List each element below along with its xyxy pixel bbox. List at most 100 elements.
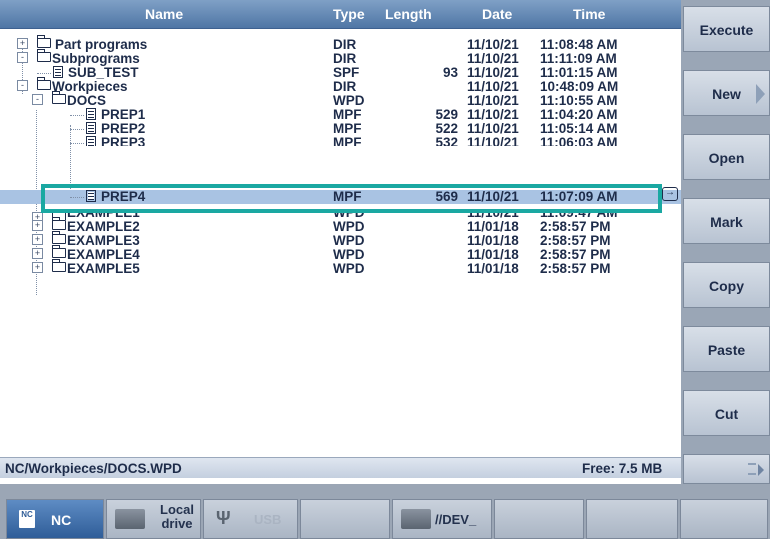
tree-row[interactable]: + EXAMPLE2 WPD 11/01/18 2:58:57 PM <box>0 217 681 234</box>
row-date: 11/10/21 <box>467 51 519 66</box>
expand-icon[interactable]: + <box>32 262 43 273</box>
file-browser: Name Type Length Date Time + Part progra… <box>0 0 681 539</box>
cut-label: Cut <box>714 406 739 422</box>
row-name: EXAMPLE3 <box>67 233 140 248</box>
tree-row[interactable]: SUB_TEST SPF 93 11/10/21 11:01:15 AM <box>0 66 681 80</box>
file-icon <box>86 136 96 146</box>
row-date: 11/10/21 <box>467 93 519 108</box>
column-date[interactable]: Date <box>482 6 512 22</box>
row-date: 11/01/18 <box>467 247 519 262</box>
row-type: DIR <box>333 51 357 66</box>
tree-row[interactable]: + EXAMPLE3 WPD 11/01/18 2:58:57 PM <box>0 231 681 248</box>
usb-icon: Ψ <box>216 508 231 528</box>
row-time: 10:48:09 AM <box>540 79 619 94</box>
mark-button[interactable]: Mark <box>683 198 770 244</box>
row-name: Workpieces <box>52 79 128 94</box>
tab-dev[interactable]: //DEV_ <box>392 499 492 539</box>
tab-empty-1[interactable] <box>300 499 390 539</box>
file-tree: + Part programs DIR 11/10/21 11:08:48 AM… <box>0 30 681 450</box>
execute-button[interactable]: Execute <box>683 6 770 52</box>
file-icon <box>53 66 63 78</box>
tree-row[interactable]: - Subprograms DIR 11/10/21 11:11:09 AM <box>0 49 681 66</box>
expand-icon[interactable]: + <box>32 212 43 220</box>
row-type: WPD <box>333 93 365 108</box>
tab-local-drive-label: Local drive <box>160 502 194 531</box>
tree-row[interactable]: PREP3 MPF 532 11/10/21 11:06:03 AM <box>0 136 681 146</box>
tab-nc-label: NC <box>51 512 72 528</box>
expand-arrow-icon <box>758 464 764 476</box>
file-icon <box>86 108 96 120</box>
row-date: 11/10/21 <box>467 121 519 136</box>
folder-open-icon <box>36 77 51 90</box>
expand-icon[interactable]: + <box>32 220 43 231</box>
copy-button[interactable]: Copy <box>683 262 770 308</box>
row-type: WPD <box>333 233 365 248</box>
row-name: DOCS <box>67 93 107 108</box>
row-time: 11:06:03 AM <box>540 136 618 146</box>
open-button[interactable]: Open <box>683 134 770 180</box>
tree-row[interactable]: - Workpieces DIR 11/10/21 10:48:09 AM <box>0 77 681 94</box>
tab-nc[interactable]: NC NC <box>6 499 104 539</box>
column-length[interactable]: Length <box>385 6 432 22</box>
tree-row[interactable]: + Part programs DIR 11/10/21 11:08:48 AM <box>0 35 681 52</box>
row-length: 93 <box>442 65 458 80</box>
tab-empty-2[interactable] <box>494 499 584 539</box>
tab-usb[interactable]: Ψ USB <box>203 499 298 539</box>
tree-row[interactable]: PREP1 MPF 529 11/10/21 11:04:20 AM <box>0 108 681 122</box>
submenu-arrow-icon <box>756 84 765 104</box>
collapse-icon[interactable]: - <box>17 80 28 91</box>
tab-empty-4[interactable] <box>680 499 768 539</box>
row-time: 2:58:57 PM <box>540 261 611 276</box>
row-type: WPD <box>333 261 365 276</box>
row-date: 11/10/21 <box>467 79 519 94</box>
nc-drive-icon: NC <box>19 510 35 528</box>
collapse-icon[interactable]: - <box>17 52 28 63</box>
more-softkeys-button[interactable] <box>683 454 770 484</box>
expand-icon[interactable]: + <box>17 38 28 49</box>
tree-line <box>70 143 84 144</box>
expand-icon[interactable]: + <box>32 234 43 245</box>
row-type: WPD <box>333 247 365 262</box>
row-date: 11/01/18 <box>467 219 519 234</box>
row-name: SUB_TEST <box>68 65 139 80</box>
bottom-softkey-bar: NC NC Local drive Ψ USB //DEV_ <box>0 484 770 539</box>
folder-open-icon <box>36 49 51 62</box>
row-name: EXAMPLE4 <box>67 247 140 262</box>
tree-row[interactable]: PREP2 MPF 522 11/10/21 11:05:14 AM <box>0 122 681 136</box>
row-time: 2:58:57 PM <box>540 233 611 248</box>
column-time[interactable]: Time <box>573 6 605 22</box>
tree-row[interactable]: + EXAMPLE5 WPD 11/01/18 2:58:57 PM <box>0 259 681 276</box>
tab-empty-3[interactable] <box>586 499 678 539</box>
row-name: PREP2 <box>101 121 146 136</box>
new-button[interactable]: New <box>683 70 770 116</box>
row-type: DIR <box>333 37 357 52</box>
column-type[interactable]: Type <box>333 6 365 22</box>
row-name: Part programs <box>55 37 148 52</box>
mark-label: Mark <box>710 214 743 230</box>
row-date: 11/10/21 <box>467 37 519 52</box>
row-type: MPF <box>333 136 362 146</box>
arrow-right-icon[interactable]: → <box>662 187 678 201</box>
row-time: 11:08:48 AM <box>540 37 618 52</box>
column-name[interactable]: Name <box>145 6 183 22</box>
paste-button[interactable]: Paste <box>683 326 770 372</box>
copy-label: Copy <box>709 278 744 294</box>
row-time: 11:04:20 AM <box>540 107 618 122</box>
row-type: WPD <box>333 219 365 234</box>
row-type: MPF <box>333 121 362 136</box>
folder-icon <box>51 245 66 258</box>
tree-row[interactable]: + EXAMPLE4 WPD 11/01/18 2:58:57 PM <box>0 245 681 262</box>
tree-row[interactable]: - DOCS WPD 11/10/21 11:10:55 AM <box>0 91 681 108</box>
row-length: 522 <box>435 121 458 136</box>
collapse-icon[interactable]: - <box>32 94 43 105</box>
row-time: 11:10:55 AM <box>540 93 618 108</box>
folder-icon <box>51 231 66 244</box>
selection-highlight-frame <box>41 184 662 213</box>
tree-line <box>70 129 84 130</box>
cut-button[interactable]: Cut <box>683 390 770 436</box>
current-path: NC/Workpieces/DOCS.WPD <box>5 461 182 476</box>
expand-icon[interactable]: + <box>32 248 43 259</box>
row-name: EXAMPLE5 <box>67 261 140 276</box>
tab-local-drive[interactable]: Local drive <box>106 499 201 539</box>
row-date: 11/10/21 <box>467 65 519 80</box>
